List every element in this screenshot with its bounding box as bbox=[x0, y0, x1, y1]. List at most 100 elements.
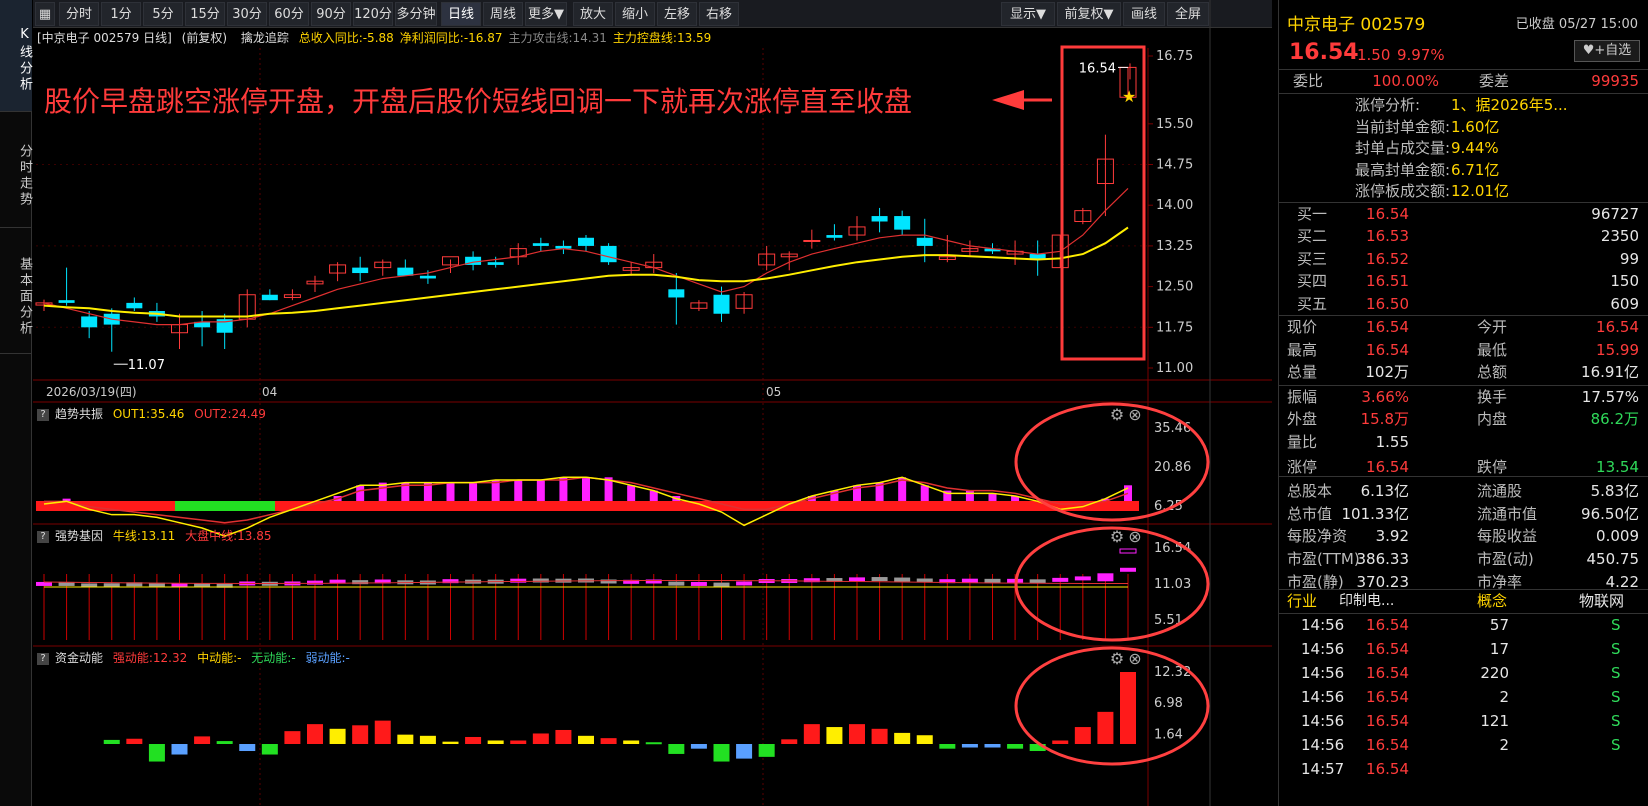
panel2-block bbox=[668, 581, 685, 586]
market-status: 已收盘 05/27 15:00 bbox=[1515, 17, 1638, 32]
limit-row: 当前封单金额: 1.60亿 bbox=[1355, 117, 1500, 136]
panel1-bar bbox=[965, 490, 974, 501]
baseline-band-green bbox=[175, 501, 275, 511]
bid-row[interactable]: 买一 16.54 96727 bbox=[1279, 203, 1648, 226]
price-axis-label: 15.50 bbox=[1156, 117, 1193, 132]
panel3-bar bbox=[690, 744, 707, 749]
candle-body bbox=[532, 243, 549, 246]
panel2-block bbox=[961, 578, 978, 583]
panel3-bar bbox=[419, 735, 436, 744]
stat-row: 市盈(TTM) 386.33 市盈(动) 450.75 bbox=[1287, 550, 1639, 568]
panel3-bar bbox=[397, 734, 414, 744]
panel3-bar bbox=[284, 731, 301, 744]
date-label: 2026/03/19(四) bbox=[46, 385, 137, 399]
panel3-bar bbox=[849, 724, 865, 744]
panel3-bar bbox=[623, 740, 640, 744]
candle-body bbox=[871, 216, 888, 222]
panel3-bar bbox=[1052, 740, 1069, 744]
kline-chart[interactable]: 16.75 15.50 14.75 14.00 13.25 12.50 11.75 11.00… bbox=[0, 0, 1278, 806]
panel3-bar bbox=[442, 741, 459, 744]
panel2-header: ? 强势基因 牛线:13.11 大盘中线:13.85 bbox=[33, 526, 271, 546]
quote-panel: 中京电子 002579 已收盘 05/27 15:00 16.54 1.50 9… bbox=[1278, 0, 1648, 806]
panel2-block bbox=[36, 581, 52, 586]
panel3-bar bbox=[1007, 744, 1024, 749]
candle-body bbox=[126, 302, 143, 309]
panel2-block bbox=[736, 581, 753, 586]
candle-body bbox=[487, 262, 504, 265]
panel3-bar bbox=[668, 744, 685, 754]
price-axis-label: 11.00 bbox=[1156, 361, 1193, 376]
bid-row[interactable]: 买二 16.53 2350 bbox=[1279, 225, 1648, 248]
panel1-bar bbox=[1124, 485, 1132, 501]
panel2-block-last bbox=[1119, 548, 1137, 554]
candle-body bbox=[352, 267, 369, 274]
stock-app: K线分析 分时走势 基本面分析 ▦ 分时 1分 5分 15分 30分 60分 90分 120分… bbox=[0, 0, 1648, 806]
stock-title: 中京电子 002579 bbox=[1287, 15, 1426, 35]
tick-row: 14:56 16.54 220 S bbox=[1301, 664, 1621, 682]
panel1-bar bbox=[920, 485, 929, 501]
candle-body bbox=[668, 289, 685, 298]
candle-body bbox=[803, 239, 821, 242]
panel3-bar bbox=[1097, 711, 1114, 744]
gear-icon: ⚙ bbox=[1110, 649, 1124, 668]
panel3-bar bbox=[374, 720, 391, 744]
panel1-axis-label: 20.86 bbox=[1154, 460, 1191, 475]
tick-row: 14:56 16.54 2 S bbox=[1301, 688, 1621, 706]
price-axis-label: 14.75 bbox=[1156, 158, 1193, 173]
close-icon: ⊗ bbox=[1128, 405, 1141, 424]
panel1-bar bbox=[469, 482, 478, 501]
panel3-bar bbox=[600, 738, 617, 744]
panel1-bar bbox=[582, 477, 590, 501]
price-axis-label: 11.75 bbox=[1156, 320, 1193, 335]
help-icon[interactable]: ? bbox=[37, 652, 49, 665]
panel1-bar bbox=[536, 479, 545, 501]
panel3-bar bbox=[126, 738, 143, 744]
panel1-bar bbox=[559, 477, 568, 501]
last-price: 16.54 bbox=[1289, 40, 1359, 65]
close-icon: ⊗ bbox=[1128, 649, 1141, 668]
panel2-block bbox=[984, 578, 1001, 583]
panel3-bar bbox=[465, 736, 482, 744]
panel1-bar bbox=[514, 479, 523, 501]
panel2-block bbox=[894, 577, 911, 582]
help-icon[interactable]: ? bbox=[37, 530, 49, 543]
candle-body bbox=[826, 235, 843, 238]
panel3-bar bbox=[352, 725, 369, 744]
candle-body bbox=[916, 237, 933, 246]
stat-row: 每股净资 3.92 每股收益 0.009 bbox=[1287, 527, 1639, 546]
panel3-bar bbox=[216, 741, 233, 744]
panel3-bar bbox=[984, 744, 1001, 748]
panel3-bar bbox=[961, 744, 978, 748]
add-watchlist-button[interactable]: ♥+自选 bbox=[1574, 40, 1640, 62]
gear-icon: ⚙ bbox=[1110, 405, 1124, 424]
limit-row: 最高封单金额: 6.71亿 bbox=[1355, 160, 1500, 179]
date-label: 04 bbox=[262, 385, 277, 399]
price-axis-label: 14.00 bbox=[1156, 198, 1193, 213]
panel3-bar bbox=[510, 740, 527, 744]
limit-row: 涨停板成交额: 12.01亿 bbox=[1355, 182, 1509, 201]
date-label: 05 bbox=[766, 385, 781, 399]
panel3-bar bbox=[713, 744, 730, 762]
panel3-bar bbox=[1074, 727, 1091, 744]
bid-row[interactable]: 买四 16.51 150 bbox=[1279, 270, 1648, 293]
tick-row: 14:57 16.54 bbox=[1301, 760, 1409, 778]
panel2-block bbox=[849, 577, 865, 582]
bid-row[interactable]: 买三 16.52 99 bbox=[1279, 248, 1648, 271]
industry-row[interactable]: 行业 印制电... 概念 物联网 bbox=[1279, 590, 1648, 613]
bid-row[interactable]: 买五 16.50 609 bbox=[1279, 293, 1648, 316]
panel2-block bbox=[307, 580, 323, 585]
panel2-block bbox=[1097, 573, 1114, 582]
limit-row: 涨停分析: 1、据2026年5... bbox=[1355, 96, 1568, 114]
help-icon[interactable]: ? bbox=[37, 408, 49, 421]
panel3-bar bbox=[148, 744, 165, 762]
panel3-bar bbox=[1120, 672, 1136, 744]
candle-body bbox=[600, 245, 617, 263]
panel2-block bbox=[1120, 567, 1136, 572]
panel3-bar bbox=[194, 736, 211, 744]
panel2-block bbox=[690, 581, 707, 586]
panel3-bar bbox=[239, 744, 256, 752]
stat-row: 总股本 6.13亿 流通股 5.83亿 bbox=[1287, 482, 1639, 501]
panel3-bar bbox=[307, 724, 323, 744]
panel3-bar bbox=[555, 729, 572, 744]
heart-icon: ♥ bbox=[1582, 43, 1595, 58]
